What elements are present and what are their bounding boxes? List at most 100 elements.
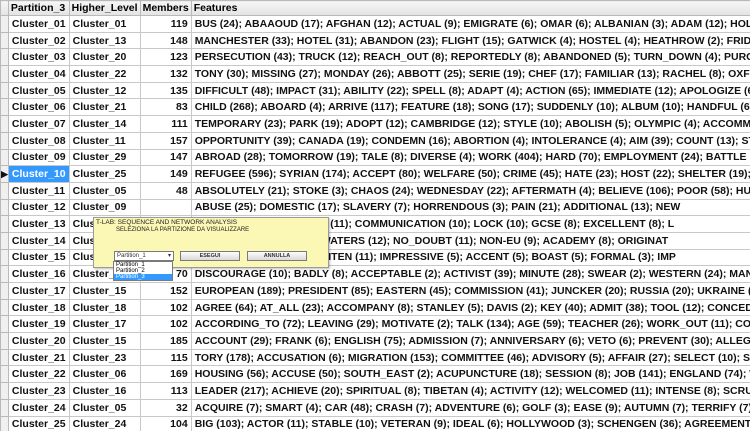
table-row[interactable]: ▶ Cluster_10 Cluster_25 149 REFUGEE (596); S…	[0, 165, 750, 183]
cell-partition[interactable]: Cluster_24	[7, 398, 70, 417]
cell-higher-level[interactable]: Cluster_13	[68, 31, 141, 50]
cell-partition[interactable]: Cluster_03	[7, 48, 70, 67]
cell-members[interactable]: 104	[139, 415, 192, 431]
cell-members[interactable]: 102	[139, 298, 192, 317]
cell-partition[interactable]: Cluster_19	[7, 315, 70, 334]
chevron-down-icon[interactable]: ▾	[168, 252, 171, 260]
cell-higher-level[interactable]: Cluster_20	[68, 48, 141, 67]
cell-partition[interactable]: Cluster_12	[7, 198, 70, 217]
table-row[interactable]: Cluster_05 Cluster_12 135 DIFFICULT (48); I…	[0, 81, 750, 100]
cell-partition[interactable]: Cluster_04	[7, 65, 70, 83]
cell-features[interactable]: TONY (30); MISSING (27); MONDAY (26); AB…	[190, 65, 750, 83]
cell-higher-level[interactable]: Cluster_14	[68, 115, 141, 133]
cell-partition[interactable]: Cluster_10	[7, 165, 70, 183]
cell-features[interactable]: BIG (103); ACTOR (11); STABLE (10); VETE…	[190, 415, 750, 431]
cell-partition[interactable]: Cluster_11	[7, 181, 70, 200]
cell-partition[interactable]: Cluster_17	[7, 282, 70, 300]
row-selector[interactable]	[0, 382, 9, 400]
cell-partition[interactable]: Cluster_09	[7, 148, 70, 167]
table-row[interactable]: Cluster_25 Cluster_24 104 BIG (103); ACTOR …	[0, 415, 750, 431]
cell-higher-level[interactable]: Cluster_12	[68, 81, 141, 100]
table-row[interactable]: Cluster_08 Cluster_11 157 OPPORTUNITY (39);…	[0, 131, 750, 150]
cell-members[interactable]: 119	[139, 15, 192, 33]
cell-members[interactable]: 32	[139, 398, 192, 417]
cell-members[interactable]: 111	[139, 115, 192, 133]
table-row[interactable]: Cluster_07 Cluster_14 111 TEMPORARY (23); P…	[0, 115, 750, 133]
table-row[interactable]: Cluster_06 Cluster_21 83 CHILD (268); ABOAR…	[0, 98, 750, 117]
cell-members[interactable]: 115	[139, 348, 192, 367]
table-row[interactable]: Cluster_24 Cluster_05 32 ACQUIRE (7); SMART…	[0, 398, 750, 417]
row-selector[interactable]	[0, 15, 9, 33]
cell-partition[interactable]: Cluster_15	[7, 248, 70, 267]
row-selector[interactable]	[0, 181, 9, 200]
table-row[interactable]: Cluster_09 Cluster_29 147 ABROAD (28); TOMO…	[0, 148, 750, 167]
cell-partition[interactable]: Cluster_08	[7, 131, 70, 150]
cell-higher-level[interactable]: Cluster_25	[68, 165, 141, 183]
partition-select[interactable]: Partition_1 ▾	[114, 251, 174, 261]
cell-partition[interactable]: Cluster_22	[7, 365, 70, 384]
cell-partition[interactable]: Cluster_07	[7, 115, 70, 133]
cell-partition[interactable]: Cluster_21	[7, 348, 70, 367]
cell-higher-level[interactable]: Cluster_09	[68, 198, 141, 217]
cell-members[interactable]: 113	[139, 382, 192, 400]
cancel-button[interactable]: ANNULLA	[247, 251, 307, 261]
row-selector[interactable]	[0, 315, 9, 334]
cell-members[interactable]: 149	[139, 165, 192, 183]
row-selector[interactable]	[0, 65, 9, 83]
cell-higher-level[interactable]: Cluster_21	[68, 98, 141, 117]
table-row[interactable]: Cluster_04 Cluster_22 132 TONY (30); MISSIN…	[0, 65, 750, 83]
row-selector[interactable]	[0, 215, 9, 233]
cell-features[interactable]: HOUSING (56); ACCUSE (50); SOUTH_EAST (2…	[190, 365, 750, 384]
cell-features[interactable]: ABSOLUTELY (21); STOKE (3); CHAOS (24); …	[190, 181, 750, 200]
row-selector[interactable]	[0, 31, 9, 50]
cell-partition[interactable]: Cluster_18	[7, 298, 70, 317]
corner-header[interactable]	[0, 0, 9, 16]
cell-partition[interactable]: Cluster_20	[7, 332, 70, 350]
cell-partition[interactable]: Cluster_01	[7, 15, 70, 33]
cell-higher-level[interactable]: Cluster_18	[68, 298, 141, 317]
table-row[interactable]: Cluster_02 Cluster_13 148 MANCHESTER (33); …	[0, 31, 750, 50]
cell-higher-level[interactable]: Cluster_05	[68, 398, 141, 417]
cell-members[interactable]: 169	[139, 365, 192, 384]
cell-members[interactable]: 147	[139, 148, 192, 167]
cell-partition[interactable]: Cluster_13	[7, 215, 70, 233]
cell-higher-level[interactable]: Cluster_23	[68, 348, 141, 367]
table-row[interactable]: Cluster_03 Cluster_20 123 PERSECUTION (43);…	[0, 48, 750, 67]
cell-higher-level[interactable]: Cluster_01	[68, 15, 141, 33]
dropdown-option[interactable]: Partition_3	[114, 274, 172, 280]
col-header-members[interactable]: Members	[139, 0, 192, 16]
cell-features[interactable]: DIFFICULT (48); IMPACT (31); ABILITY (22…	[190, 81, 750, 100]
cell-partition[interactable]: Cluster_16	[7, 265, 70, 283]
cell-members[interactable]: 157	[139, 131, 192, 150]
table-row[interactable]: Cluster_20 Cluster_15 185 ACCOUNT (29); FRA…	[0, 332, 750, 350]
table-row[interactable]: Cluster_01 Cluster_01 119 BUS (24); ABAAOUD…	[0, 15, 750, 33]
cell-members[interactable]: 123	[139, 48, 192, 67]
row-selector[interactable]	[0, 48, 9, 67]
row-selector[interactable]	[0, 298, 9, 317]
cell-features[interactable]: ACQUIRE (7); SMART (4); CAR (48); CRASH …	[190, 398, 750, 417]
cell-features[interactable]: TEMPORARY (23); PARK (19); ADOPT (12); C…	[190, 115, 750, 133]
cell-members[interactable]: 48	[139, 181, 192, 200]
cell-members[interactable]: 135	[139, 81, 192, 100]
cell-higher-level[interactable]: Cluster_06	[68, 365, 141, 384]
cell-members[interactable]: 185	[139, 332, 192, 350]
col-header-features[interactable]: Features	[190, 0, 750, 16]
table-row[interactable]: Cluster_12 Cluster_09 ABUSE (25); DOMESTIC…	[0, 198, 750, 217]
row-selector[interactable]	[0, 81, 9, 100]
row-selector[interactable]	[0, 98, 9, 117]
table-row[interactable]: Cluster_23 Cluster_16 113 LEADER (217); ACH…	[0, 382, 750, 400]
cell-partition[interactable]: Cluster_02	[7, 31, 70, 50]
table-row[interactable]: Cluster_22 Cluster_06 169 HOUSING (56); ACC…	[0, 365, 750, 384]
cell-higher-level[interactable]: Cluster_29	[68, 148, 141, 167]
cell-members[interactable]: 148	[139, 31, 192, 50]
cell-members[interactable]: 152	[139, 282, 192, 300]
row-selector[interactable]	[0, 415, 9, 431]
cell-features[interactable]: OPPORTUNITY (39); CANADA (19); CONDEMN (…	[190, 131, 750, 150]
cell-partition[interactable]: Cluster_25	[7, 415, 70, 431]
cell-features[interactable]: PERSECUTION (43); TRUCK (12); REACH_OUT …	[190, 48, 750, 67]
table-row[interactable]: Cluster_19 Cluster_17 102 ACCORDING_TO (72)…	[0, 315, 750, 334]
table-row[interactable]: Cluster_17 Cluster_15 152 EUROPEAN (189); P…	[0, 282, 750, 300]
cell-partition[interactable]: Cluster_06	[7, 98, 70, 117]
cell-higher-level[interactable]: Cluster_05	[68, 181, 141, 200]
table-row[interactable]: Cluster_18 Cluster_18 102 AGREE (64); AT_AL…	[0, 298, 750, 317]
